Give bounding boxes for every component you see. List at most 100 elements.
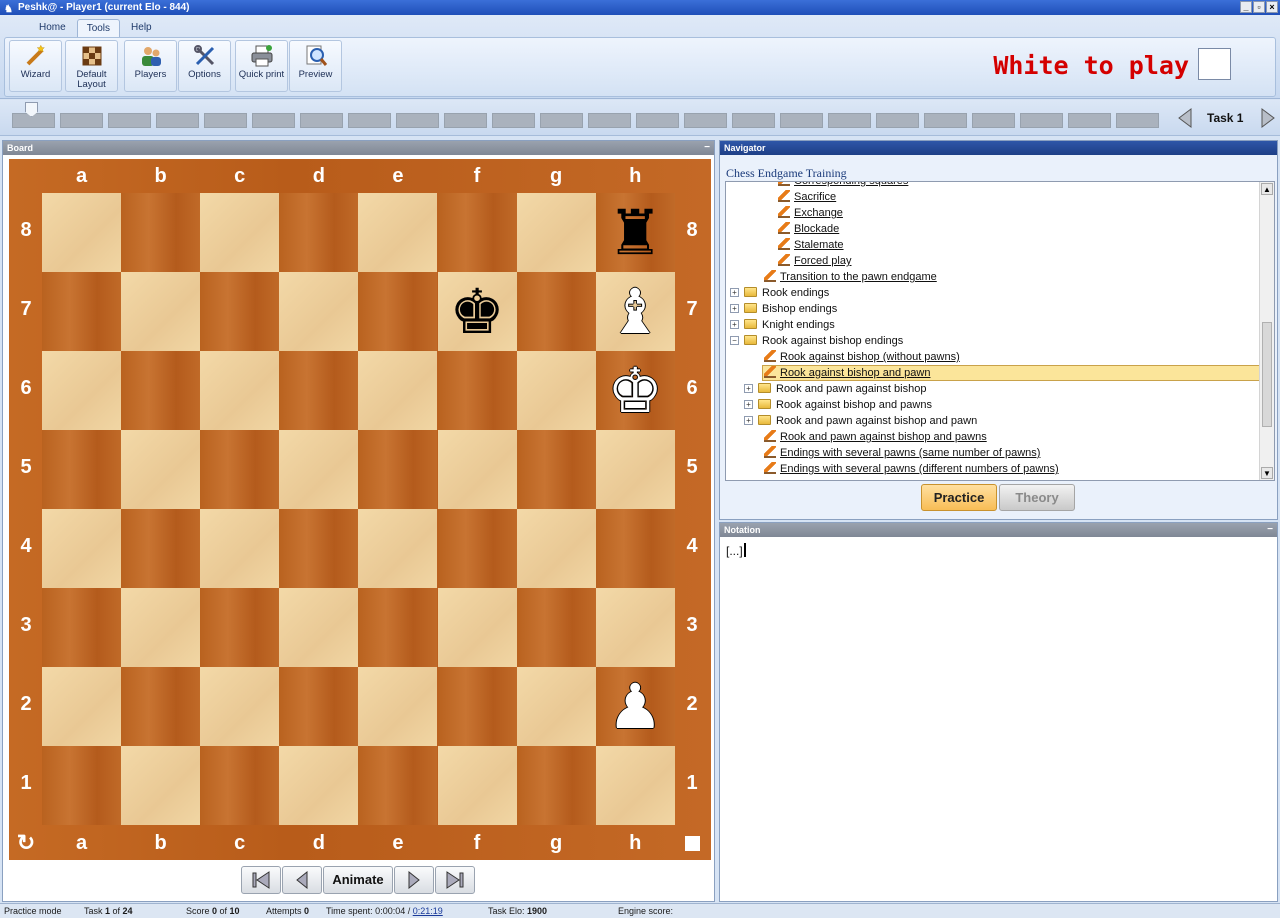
square-a6[interactable]: [42, 351, 122, 430]
expand-icon[interactable]: +: [730, 304, 739, 313]
square-a2[interactable]: [42, 667, 122, 746]
square-c6[interactable]: [200, 351, 280, 430]
square-b3[interactable]: [121, 588, 201, 667]
square-c3[interactable]: [200, 588, 280, 667]
square-e2[interactable]: [358, 667, 438, 746]
tree-node[interactable]: + Rook against bishop and pawns: [744, 397, 932, 413]
square-e6[interactable]: [358, 351, 438, 430]
default-layout-button[interactable]: Default Layout: [65, 40, 118, 92]
task-slot[interactable]: [1116, 113, 1159, 128]
square-f4[interactable]: [437, 509, 517, 588]
minimize-button[interactable]: _: [1240, 1, 1252, 13]
preview-button[interactable]: Preview: [289, 40, 342, 92]
task-slot[interactable]: [684, 113, 727, 128]
square-h3[interactable]: [595, 588, 675, 667]
wizard-button[interactable]: Wizard: [9, 40, 62, 92]
tree-node[interactable]: Endings with several pawns (same number …: [764, 445, 1040, 461]
task-slot[interactable]: [876, 113, 919, 128]
square-c7[interactable]: [200, 272, 280, 351]
square-f2[interactable]: [437, 667, 517, 746]
tree-node[interactable]: Endings with several pawns (different nu…: [764, 461, 1059, 477]
square-a3[interactable]: [42, 588, 122, 667]
square-e3[interactable]: [358, 588, 438, 667]
scroll-thumb[interactable]: [1262, 322, 1272, 427]
tree-node[interactable]: + Rook and pawn against bishop and pawn: [744, 413, 977, 429]
square-d2[interactable]: [279, 667, 359, 746]
square-e8[interactable]: [358, 193, 438, 272]
square-e1[interactable]: [358, 746, 438, 825]
square-b1[interactable]: [121, 746, 201, 825]
expand-icon[interactable]: +: [744, 384, 753, 393]
square-a1[interactable]: [42, 746, 122, 825]
square-f5[interactable]: [437, 430, 517, 509]
black-king-icon[interactable]: ♚: [438, 272, 517, 351]
previous-task-icon[interactable]: [1178, 108, 1192, 128]
close-button[interactable]: ×: [1266, 1, 1278, 13]
square-a8[interactable]: [42, 193, 122, 272]
tree-node[interactable]: Rook against bishop and pawn: [764, 365, 931, 381]
panel-minimize-icon[interactable]: −: [1267, 523, 1273, 537]
tree-node[interactable]: Blockade: [778, 221, 839, 237]
expand-icon[interactable]: +: [744, 416, 753, 425]
task-slot[interactable]: [300, 113, 343, 128]
panel-minimize-icon[interactable]: −: [704, 141, 710, 155]
square-b2[interactable]: [121, 667, 201, 746]
task-slot[interactable]: [396, 113, 439, 128]
theory-button[interactable]: Theory: [999, 484, 1075, 511]
square-g6[interactable]: [516, 351, 596, 430]
square-g1[interactable]: [516, 746, 596, 825]
task-slot[interactable]: [1020, 113, 1063, 128]
task-slot[interactable]: [972, 113, 1015, 128]
tree-node[interactable]: Forced play: [778, 253, 851, 269]
task-slot[interactable]: [732, 113, 775, 128]
tree-node[interactable]: Transition to the pawn endgame: [764, 269, 937, 285]
square-h1[interactable]: [595, 746, 675, 825]
square-b6[interactable]: [121, 351, 201, 430]
next-move-button[interactable]: [394, 866, 434, 894]
expand-icon[interactable]: +: [744, 400, 753, 409]
scroll-up-icon[interactable]: ▲: [1261, 183, 1273, 195]
square-a4[interactable]: [42, 509, 122, 588]
tree-node[interactable]: + Rook endings: [730, 285, 829, 301]
black-rook-icon[interactable]: ♜: [596, 193, 675, 272]
restore-button[interactable]: ▫: [1253, 1, 1265, 13]
tab-tools[interactable]: Tools: [76, 19, 121, 37]
square-h4[interactable]: [595, 509, 675, 588]
square-g4[interactable]: [516, 509, 596, 588]
square-a5[interactable]: [42, 430, 122, 509]
tree-node[interactable]: + Bishop endings: [730, 301, 837, 317]
task-slot[interactable]: [108, 113, 151, 128]
tree-node[interactable]: + Knight endings: [730, 317, 835, 333]
tree-node[interactable]: Rook and pawn against bishop and pawns: [764, 429, 987, 445]
flip-board-icon[interactable]: ↻: [13, 830, 39, 856]
white-bishop-icon[interactable]: ♝: [596, 272, 675, 351]
quick-print-button[interactable]: Quick print: [235, 40, 288, 92]
square-e4[interactable]: [358, 509, 438, 588]
white-king-icon[interactable]: ♚: [596, 351, 675, 430]
task-slot[interactable]: [588, 113, 631, 128]
square-e5[interactable]: [358, 430, 438, 509]
tree-node[interactable]: Rook against bishop (without pawns): [764, 349, 960, 365]
square-c5[interactable]: [200, 430, 280, 509]
square-e7[interactable]: [358, 272, 438, 351]
square-f1[interactable]: [437, 746, 517, 825]
task-slot[interactable]: [156, 113, 199, 128]
tree-node[interactable]: Stalemate: [778, 237, 844, 253]
square-g2[interactable]: [516, 667, 596, 746]
tree-node[interactable]: Corresponding squares: [778, 182, 908, 189]
white-pawn-icon[interactable]: ♟: [596, 667, 675, 746]
tree-node[interactable]: − Rook against bishop endings: [730, 333, 903, 349]
square-f6[interactable]: [437, 351, 517, 430]
square-g7[interactable]: [516, 272, 596, 351]
square-g5[interactable]: [516, 430, 596, 509]
square-h5[interactable]: [595, 430, 675, 509]
square-a7[interactable]: [42, 272, 122, 351]
expand-icon[interactable]: +: [730, 320, 739, 329]
square-d3[interactable]: [279, 588, 359, 667]
task-slot[interactable]: [204, 113, 247, 128]
status-time-limit[interactable]: 0:21:19: [413, 906, 443, 916]
tab-home[interactable]: Home: [30, 19, 75, 37]
tree-node[interactable]: Sacrifice: [778, 189, 836, 205]
square-c1[interactable]: [200, 746, 280, 825]
task-slot[interactable]: [924, 113, 967, 128]
